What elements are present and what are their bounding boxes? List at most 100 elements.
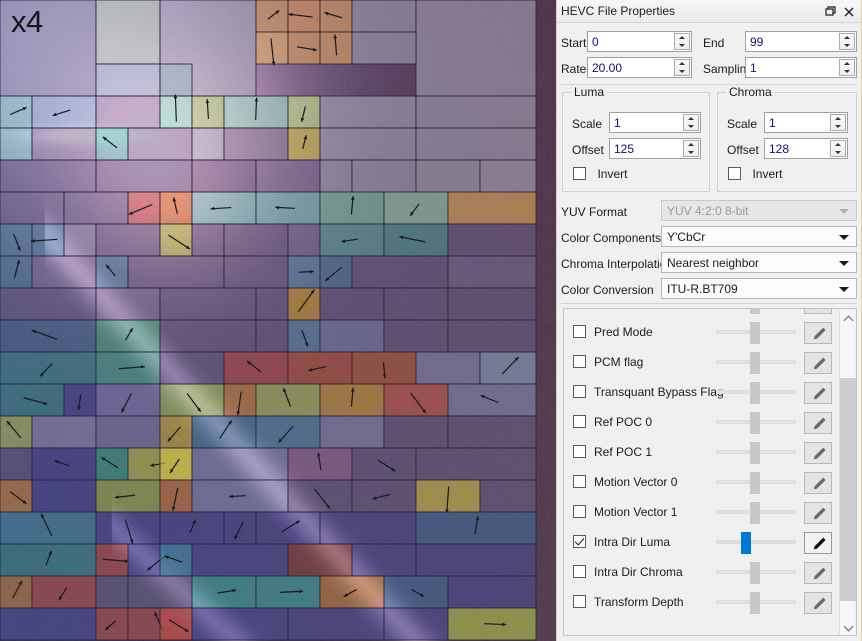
edit-pencil-icon[interactable] <box>804 562 832 584</box>
stat-checkbox[interactable] <box>573 505 586 518</box>
slider-handle[interactable] <box>750 382 760 404</box>
sampling-stepper-down[interactable] <box>840 68 854 76</box>
slider-handle[interactable] <box>750 322 760 344</box>
combo-3[interactable]: ITU-R.BT709 <box>661 278 857 299</box>
stat-row[interactable]: Ref POC 1 <box>564 437 840 467</box>
start-stepper[interactable] <box>674 33 690 50</box>
slider-handle[interactable] <box>750 472 760 494</box>
float-panel-icon[interactable] <box>821 3 839 20</box>
slider-handle[interactable] <box>750 412 760 434</box>
chroma-offset-up[interactable] <box>831 141 845 149</box>
opacity-slider[interactable] <box>716 472 796 494</box>
combo-1[interactable]: Y'CbCr <box>661 226 857 247</box>
stat-checkbox[interactable] <box>573 355 586 368</box>
chevron-down-icon[interactable] <box>840 619 856 635</box>
opacity-slider[interactable] <box>716 412 796 434</box>
chroma-scale-input[interactable]: 1 <box>764 112 848 133</box>
slider-handle[interactable] <box>750 502 760 524</box>
opacity-slider[interactable] <box>716 562 796 584</box>
edit-pencil-icon[interactable] <box>804 592 832 614</box>
opacity-slider[interactable] <box>716 502 796 524</box>
end-stepper-down[interactable] <box>840 42 854 50</box>
opacity-slider[interactable] <box>716 352 796 374</box>
video-frame-viewer[interactable]: x4 <box>0 0 556 641</box>
stat-checkbox[interactable] <box>573 565 586 578</box>
stat-row[interactable]: Part Size <box>564 309 840 317</box>
sampling-input[interactable]: 1 <box>745 57 857 78</box>
edit-pencil-icon[interactable] <box>804 472 832 494</box>
edit-pencil-icon[interactable] <box>804 322 832 344</box>
stat-checkbox[interactable] <box>573 595 586 608</box>
stat-checkbox[interactable] <box>573 325 586 338</box>
opacity-slider[interactable] <box>716 532 796 554</box>
statistics-list-scrollbar[interactable] <box>839 310 856 635</box>
luma-offset-input[interactable]: 125 <box>609 138 701 159</box>
luma-scale-down[interactable] <box>684 123 698 131</box>
stat-row[interactable]: Transform Depth <box>564 587 840 617</box>
stat-checkbox[interactable] <box>573 445 586 458</box>
luma-scale-stepper[interactable] <box>683 114 699 131</box>
luma-invert-checkbox[interactable] <box>573 167 586 181</box>
chroma-scale-up[interactable] <box>831 115 845 123</box>
slider-handle[interactable] <box>741 532 751 554</box>
rate-input[interactable]: 20.00 <box>587 57 692 78</box>
opacity-slider[interactable] <box>716 442 796 464</box>
slider-handle[interactable] <box>750 562 760 584</box>
edit-pencil-icon[interactable] <box>804 352 832 374</box>
luma-offset-stepper[interactable] <box>683 140 699 157</box>
chroma-scale-down[interactable] <box>831 123 845 131</box>
chroma-offset-down[interactable] <box>831 149 845 157</box>
luma-scale-input[interactable]: 1 <box>609 112 701 133</box>
start-stepper-down[interactable] <box>675 42 689 50</box>
stat-row[interactable]: Transquant Bypass Flag <box>564 377 840 407</box>
chroma-invert-row[interactable]: Invert <box>728 165 782 183</box>
edit-pencil-icon[interactable] <box>804 309 832 314</box>
chroma-offset-input[interactable]: 128 <box>764 138 848 159</box>
rate-stepper-up[interactable] <box>675 60 689 68</box>
edit-pencil-icon[interactable] <box>804 412 832 434</box>
scrollbar-thumb[interactable] <box>840 378 856 601</box>
close-icon[interactable] <box>840 3 858 20</box>
stat-checkbox[interactable] <box>573 535 586 548</box>
stat-row[interactable]: Intra Dir Luma <box>564 527 840 557</box>
luma-invert-row[interactable]: Invert <box>573 165 627 183</box>
edit-pencil-icon[interactable] <box>804 532 832 554</box>
rate-stepper[interactable] <box>674 59 690 76</box>
statistics-list[interactable]: Part Size Pred Mode PCM flag Transquant Byp… <box>563 308 857 636</box>
sampling-stepper-up[interactable] <box>840 60 854 68</box>
end-stepper-up[interactable] <box>840 34 854 42</box>
stat-row[interactable]: PCM flag <box>564 347 840 377</box>
chroma-offset-stepper[interactable] <box>830 140 846 157</box>
stat-row[interactable]: Ref POC 0 <box>564 407 840 437</box>
luma-scale-up[interactable] <box>684 115 698 123</box>
start-stepper-up[interactable] <box>675 34 689 42</box>
chroma-invert-checkbox[interactable] <box>728 167 741 181</box>
stat-row[interactable]: Motion Vector 1 <box>564 497 840 527</box>
slider-handle[interactable] <box>750 352 760 374</box>
stat-checkbox[interactable] <box>573 475 586 488</box>
edit-pencil-icon[interactable] <box>804 442 832 464</box>
combo-2[interactable]: Nearest neighbor <box>661 252 857 273</box>
stat-row[interactable]: Intra Dir Chroma <box>564 557 840 587</box>
end-stepper[interactable] <box>839 33 855 50</box>
stat-checkbox[interactable] <box>573 385 586 398</box>
opacity-slider[interactable] <box>716 322 796 344</box>
stat-row[interactable]: Pred Mode <box>564 317 840 347</box>
end-input[interactable]: 99 <box>745 31 857 52</box>
chevron-up-icon[interactable] <box>840 310 856 327</box>
edit-pencil-icon[interactable] <box>804 382 832 404</box>
luma-offset-down[interactable] <box>684 149 698 157</box>
opacity-slider[interactable] <box>716 382 796 404</box>
chroma-scale-stepper[interactable] <box>830 114 846 131</box>
stat-row[interactable]: Motion Vector 0 <box>564 467 840 497</box>
slider-handle[interactable] <box>750 309 760 314</box>
sampling-stepper[interactable] <box>839 59 855 76</box>
opacity-slider[interactable] <box>716 592 796 614</box>
rate-stepper-down[interactable] <box>675 68 689 76</box>
luma-offset-up[interactable] <box>684 141 698 149</box>
edit-pencil-icon[interactable] <box>804 502 832 524</box>
start-input[interactable]: 0 <box>587 31 692 52</box>
slider-handle[interactable] <box>750 592 760 614</box>
stat-checkbox[interactable] <box>573 415 586 428</box>
slider-handle[interactable] <box>750 442 760 464</box>
